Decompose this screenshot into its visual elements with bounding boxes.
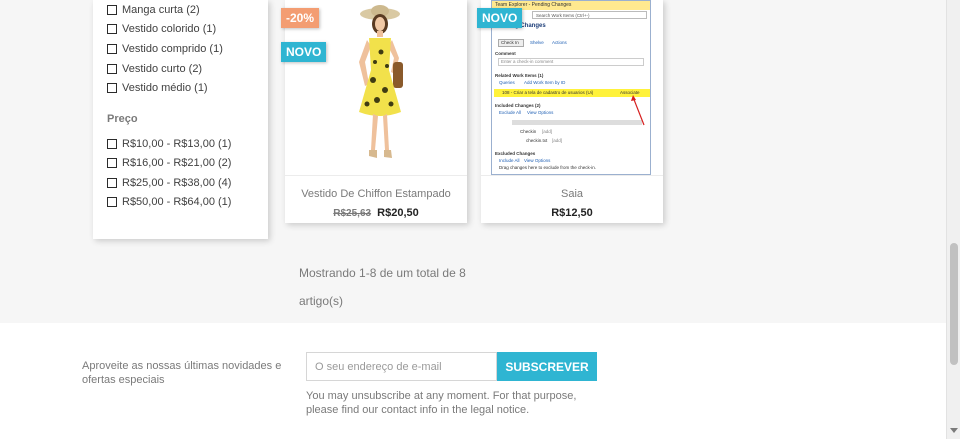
email-input[interactable]	[306, 352, 497, 381]
checkbox[interactable]	[107, 24, 117, 34]
price-filter-title: Preço	[107, 113, 138, 125]
filter-label: R$50,00 - R$64,00 (1)	[122, 196, 232, 208]
filter-option-price-4[interactable]: R$50,00 - R$64,00 (1)	[107, 194, 231, 210]
product-info: Vestido De Chiffon Estampado R$25,63 R$2…	[285, 175, 467, 223]
filter-panel: Manga curta (2) Vestido colorido (1) Ves…	[93, 0, 268, 239]
filter-option-vestido-medio[interactable]: Vestido médio (1)	[107, 80, 208, 96]
filter-option-price-3[interactable]: R$25,00 - R$38,00 (4)	[107, 175, 231, 191]
filter-label: Vestido médio (1)	[122, 82, 208, 94]
filter-option-vestido-colorido[interactable]: Vestido colorido (1)	[107, 21, 216, 37]
product-name[interactable]: Vestido De Chiffon Estampado	[285, 188, 467, 200]
page-scrollbar[interactable]	[946, 0, 960, 439]
price-row: R$12,50	[481, 207, 663, 219]
checkbox[interactable]	[107, 44, 117, 54]
filter-option-price-1[interactable]: R$10,00 - R$13,00 (1)	[107, 136, 231, 152]
newsletter-block: Aproveite as nossas últimas novidades e …	[0, 323, 946, 439]
scroll-down-arrow-icon[interactable]	[950, 428, 958, 433]
filter-label: Vestido curto (2)	[122, 63, 203, 75]
filter-label: R$10,00 - R$13,00 (1)	[122, 138, 232, 150]
newsletter-text: Aproveite as nossas últimas novidades e …	[82, 360, 282, 386]
checkbox[interactable]	[107, 83, 117, 93]
filter-label: Vestido comprido (1)	[122, 43, 223, 55]
new-badge: NOVO	[477, 8, 523, 28]
current-price: R$12,50	[551, 207, 593, 219]
filter-label: R$25,00 - R$38,00 (4)	[122, 177, 232, 189]
checkbox[interactable]	[107, 64, 117, 74]
checkbox[interactable]	[107, 5, 117, 15]
product-info: Saia R$12,50	[481, 175, 663, 223]
filter-option-manga-curta[interactable]: Manga curta (2)	[107, 2, 200, 18]
checkbox[interactable]	[107, 197, 117, 207]
discount-badge: -20%	[281, 8, 320, 28]
filter-label: Vestido colorido (1)	[122, 23, 217, 35]
current-price: R$20,50	[377, 207, 419, 219]
filter-option-vestido-curto[interactable]: Vestido curto (2)	[107, 61, 202, 77]
product-name[interactable]: Saia	[481, 188, 663, 200]
old-price: R$25,63	[333, 208, 372, 219]
new-badge: NOVO	[281, 42, 327, 62]
price-row: R$25,63 R$20,50	[285, 207, 467, 219]
checkbox[interactable]	[107, 178, 117, 188]
scrollbar-thumb[interactable]	[950, 243, 958, 365]
filter-option-vestido-comprido[interactable]: Vestido comprido (1)	[107, 41, 223, 57]
checkbox[interactable]	[107, 139, 117, 149]
subscribe-button[interactable]: SUBSCREVER	[497, 352, 597, 381]
unsubscribe-note: You may unsubscribe at any moment. For t…	[306, 390, 577, 416]
filter-label: R$16,00 - R$21,00 (2)	[122, 157, 232, 169]
pagination-summary: Mostrando 1-8 de um total de 8 artigo(s)	[299, 266, 466, 308]
product-card-chiffon-dress[interactable]: Vestido De Chiffon Estampado R$25,63 R$2…	[285, 0, 467, 223]
filter-label: Manga curta (2)	[122, 4, 200, 16]
filter-option-price-2[interactable]: R$16,00 - R$21,00 (2)	[107, 155, 231, 171]
checkbox[interactable]	[107, 158, 117, 168]
